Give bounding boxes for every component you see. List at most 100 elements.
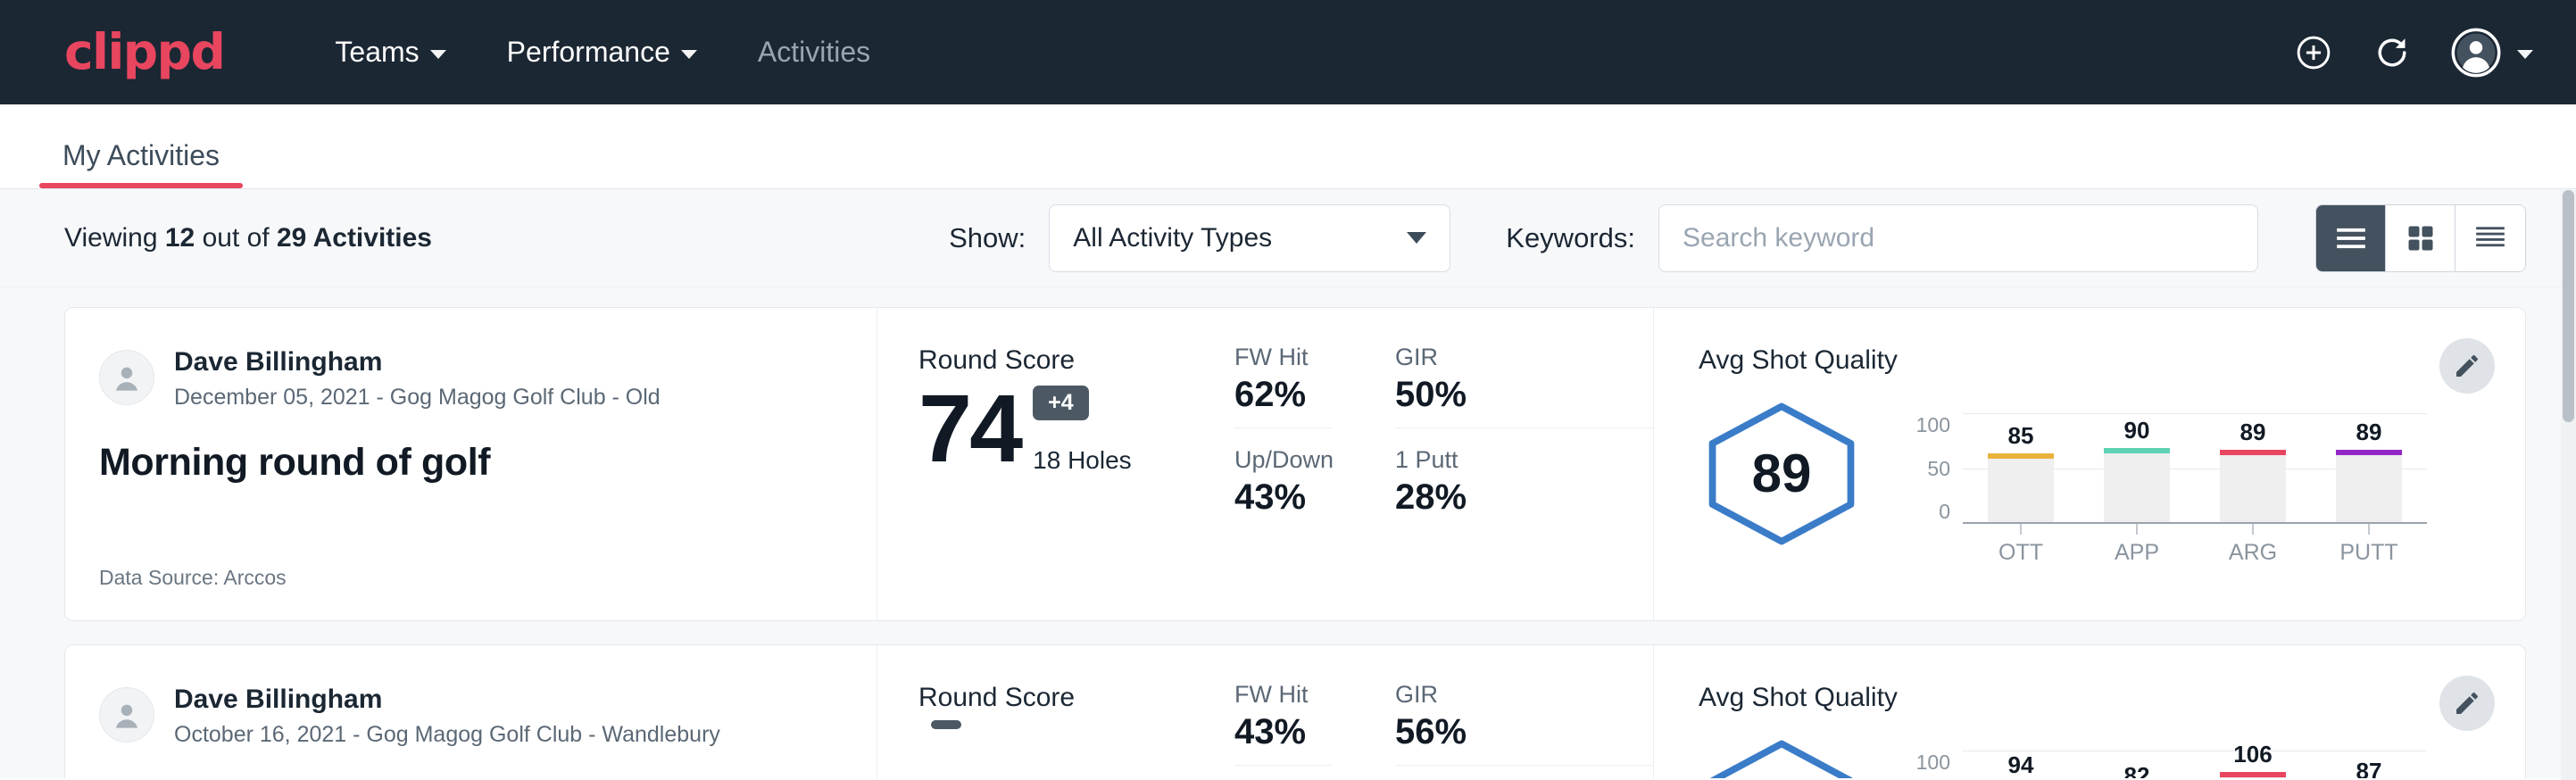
avg-shot-quality-label: Avg Shot Quality bbox=[1699, 345, 2427, 376]
bar-value-label: 94 bbox=[2008, 751, 2034, 778]
chart-baseline bbox=[1963, 522, 2427, 524]
bar-value-label: 89 bbox=[2356, 419, 2382, 446]
bar-column: 90 bbox=[2079, 388, 2195, 522]
activity-card-left: Dave Billingham October 16, 2021 - Gog M… bbox=[65, 645, 877, 778]
stat-one-putt: 1 Putt 28% bbox=[1395, 446, 1653, 518]
shot-quality-bar-chart: 100 50 0 94 bbox=[1897, 718, 2427, 778]
score-to-par-badge bbox=[931, 720, 961, 729]
pencil-icon bbox=[2453, 352, 2481, 380]
y-tick: 50 bbox=[1927, 457, 1950, 481]
activity-type-select[interactable]: All Activity Types bbox=[1049, 204, 1450, 272]
app-logo[interactable]: clippd bbox=[64, 28, 224, 77]
stat-label: Up/Down bbox=[1234, 446, 1333, 474]
compact-view-icon bbox=[2473, 224, 2507, 253]
chart-plot-area: 94 82 106 bbox=[1963, 726, 2427, 778]
viewing-prefix: Viewing bbox=[64, 223, 158, 253]
y-tick: 100 bbox=[1916, 413, 1950, 437]
nav-item-performance[interactable]: Performance bbox=[477, 36, 727, 69]
chevron-down-icon bbox=[2517, 50, 2533, 59]
top-navigation-bar: clippd Teams Performance Activities bbox=[0, 0, 2576, 104]
tick-mark bbox=[2020, 524, 2022, 535]
stat-label: FW Hit bbox=[1234, 344, 1333, 371]
player-name: Dave Billingham bbox=[174, 683, 720, 717]
add-circle-icon[interactable] bbox=[2294, 33, 2333, 72]
bar-column: 94 bbox=[1963, 726, 2079, 778]
viewing-total: 29 Activities bbox=[277, 223, 432, 253]
list-view-button[interactable] bbox=[2316, 205, 2386, 271]
bar-column: 106 bbox=[2195, 726, 2311, 778]
x-tick-col: APP bbox=[2079, 524, 2195, 566]
avg-shot-quality-label: Avg Shot Quality bbox=[1699, 683, 2427, 713]
holes-played: 18 Holes bbox=[1033, 446, 1132, 475]
chart-x-axis: OTT APP ARG bbox=[1963, 524, 2427, 566]
stat-fw-hit: FW Hit 43% bbox=[1234, 681, 1333, 766]
bar-cap bbox=[2336, 450, 2402, 455]
x-tick-label: OTT bbox=[1998, 540, 2043, 566]
bar bbox=[2220, 450, 2286, 522]
activity-card[interactable]: Dave Billingham October 16, 2021 - Gog M… bbox=[64, 644, 2526, 778]
tab-my-activities[interactable]: My Activities bbox=[39, 139, 243, 188]
page-tab-bar: My Activities bbox=[0, 104, 2576, 189]
chart-bars: 94 82 106 bbox=[1963, 726, 2427, 778]
activity-card-list[interactable]: Dave Billingham December 05, 2021 - Gog … bbox=[0, 287, 2576, 778]
tab-my-activities-label: My Activities bbox=[62, 139, 220, 171]
search-keyword-box[interactable] bbox=[1658, 204, 2258, 272]
data-source: Data Source: Arccos bbox=[99, 566, 841, 590]
grid-view-button[interactable] bbox=[2386, 205, 2456, 271]
keywords-label: Keywords: bbox=[1506, 222, 1635, 254]
bar bbox=[2220, 772, 2286, 778]
activity-card[interactable]: Dave Billingham December 05, 2021 - Gog … bbox=[64, 307, 2526, 621]
filter-bar: Viewing 12 out of 29 Activities Show: Al… bbox=[0, 189, 2576, 287]
round-score-row bbox=[918, 720, 1234, 778]
chart-bars: 85 90 89 bbox=[1963, 388, 2427, 522]
nav-item-teams-label: Teams bbox=[335, 36, 419, 69]
bar bbox=[2104, 448, 2170, 522]
y-tick: 0 bbox=[1939, 500, 1950, 524]
bar-column: 89 bbox=[2311, 388, 2427, 522]
pencil-icon bbox=[2453, 689, 2481, 718]
grid-view-icon bbox=[2405, 222, 2437, 254]
activity-card-left: Dave Billingham December 05, 2021 - Gog … bbox=[65, 308, 877, 620]
x-tick-label: APP bbox=[2115, 540, 2159, 566]
x-tick-label: ARG bbox=[2229, 540, 2277, 566]
chevron-down-icon bbox=[1407, 232, 1426, 244]
search-input[interactable] bbox=[1683, 223, 2234, 253]
bar-value-label: 89 bbox=[2240, 419, 2266, 446]
primary-nav-links: Teams Performance Activities bbox=[304, 36, 901, 69]
nav-right-actions bbox=[2294, 28, 2533, 78]
stat-up-down: Up/Down 43% bbox=[1234, 446, 1333, 518]
bar-column: 87 bbox=[2311, 726, 2427, 778]
chart-y-axis: 100 50 0 bbox=[1897, 751, 1950, 778]
stat-value: 43% bbox=[1234, 477, 1333, 518]
bar-value-label: 87 bbox=[2356, 758, 2382, 778]
chart-plot-area: 85 90 89 bbox=[1963, 388, 2427, 524]
refresh-icon[interactable] bbox=[2372, 33, 2412, 72]
scrollbar-thumb[interactable] bbox=[2563, 190, 2574, 422]
nav-item-teams[interactable]: Teams bbox=[304, 36, 476, 69]
filter-controls: Show: All Activity Types Keywords: bbox=[949, 204, 2526, 272]
player-row: Dave Billingham December 05, 2021 - Gog … bbox=[99, 345, 841, 411]
chart-plot: 94 82 106 bbox=[1963, 726, 2427, 778]
stat-fw-hit: FW Hit 62% bbox=[1234, 344, 1333, 428]
nav-item-activities[interactable]: Activities bbox=[727, 36, 901, 69]
stat-label: GIR bbox=[1395, 344, 1653, 371]
bar-cap bbox=[2104, 448, 2170, 453]
avg-shot-quality-body: 89 100 50 0 bbox=[1699, 381, 2427, 566]
account-menu[interactable] bbox=[2451, 28, 2533, 78]
shot-quality-bar-chart: 100 50 0 85 bbox=[1897, 381, 2427, 566]
activity-title: Morning round of golf bbox=[99, 441, 841, 485]
tick-mark bbox=[2136, 524, 2138, 535]
edit-activity-button[interactable] bbox=[2439, 338, 2495, 394]
compact-view-button[interactable] bbox=[2456, 205, 2525, 271]
activity-meta: December 05, 2021 - Gog Magog Golf Club … bbox=[174, 385, 661, 411]
stat-gir: GIR 50% bbox=[1395, 344, 1653, 428]
chevron-down-icon bbox=[681, 50, 697, 59]
stat-label: 1 Putt bbox=[1395, 446, 1653, 474]
page-scrollbar[interactable] bbox=[2561, 190, 2576, 780]
stat-value: 50% bbox=[1395, 375, 1653, 415]
activity-meta: October 16, 2021 - Gog Magog Golf Club -… bbox=[174, 722, 720, 748]
player-info: Dave Billingham December 05, 2021 - Gog … bbox=[174, 345, 661, 411]
edit-activity-button[interactable] bbox=[2439, 676, 2495, 731]
stat-value: 56% bbox=[1395, 712, 1653, 752]
quality-score-value bbox=[1699, 737, 1865, 779]
